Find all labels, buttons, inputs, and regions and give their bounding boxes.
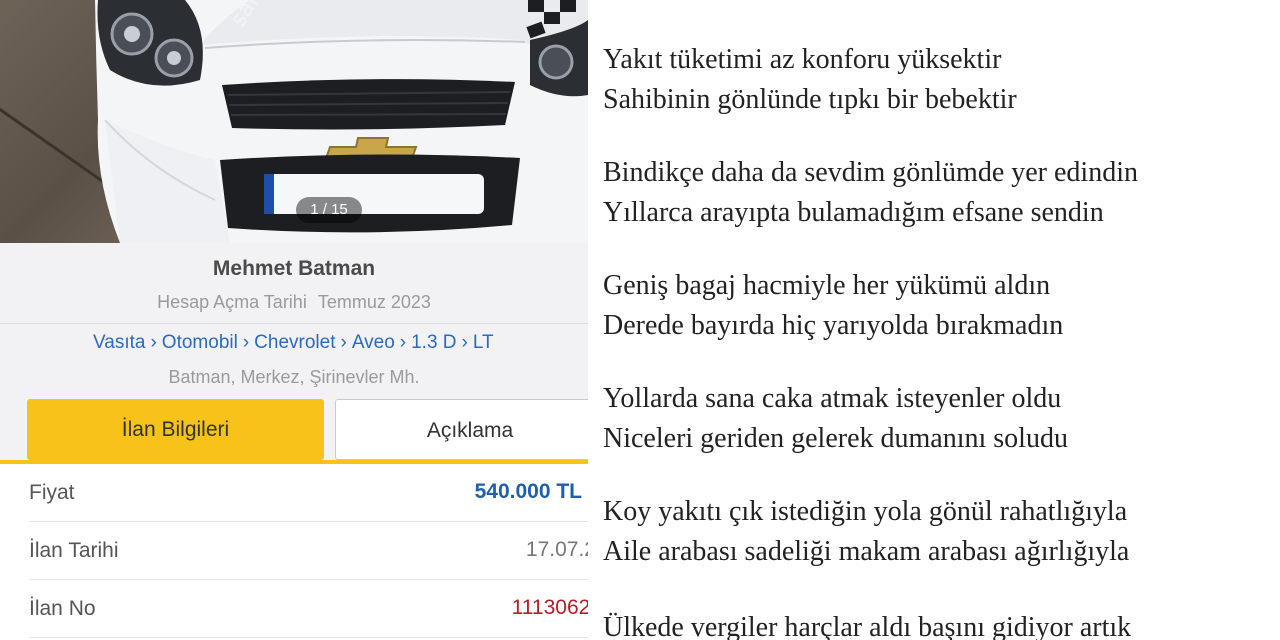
breadcrumb-item-trim[interactable]: LT [473,332,494,353]
listing-number-label: İlan No [29,597,96,620]
account-since-value: Temmuz 2023 [317,292,431,312]
listing-date-label: İlan Tarihi [29,539,119,562]
chevron-right-icon: › [399,332,407,353]
poem-line: Sahibinin gönlünde tıpkı bir bebektir [603,84,1017,115]
poem-line: Geniş bagaj hacmiyle her yükümü aldın [603,270,1051,301]
listing-meta: Vasıta › Otomobil › Chevrolet › Aveo › 1.3 D › LT … [0,324,588,396]
breadcrumb-item-vasita[interactable]: Vasıta [93,332,145,353]
account-since: Hesap Açma Tarihi Temmuz 2023 [0,292,588,313]
breadcrumb: Vasıta › Otomobil › Chevrolet › Aveo › 1.3 D › LT [93,332,494,354]
info-row-date: İlan Tarihi 17.07.2 [0,522,588,580]
chevron-right-icon: › [150,332,157,353]
breadcrumb-item-aveo[interactable]: Aveo [352,332,395,353]
chevron-right-icon: › [340,332,347,353]
poem-line: Niceleri geriden gelerek dumanını soludu [603,423,1068,454]
info-row-price: Fiyat 540.000 TL [0,464,588,522]
listing-info-table: Fiyat 540.000 TL İlan Tarihi 17.07.2 İla… [0,464,588,640]
tab-aciklama[interactable]: Açıklama [335,399,588,460]
listing-number-value[interactable]: 11130620 [512,596,588,620]
seller-info: Mehmet Batman Hesap Açma Tarihi Temmuz 2… [0,243,588,323]
poem-line: Derede bayırda hiç yarıyolda bırakmadın [603,310,1064,341]
price-label: Fiyat [29,481,75,504]
poem-line: Koy yakıtı çık istediğin yola gönül raha… [603,496,1128,527]
car-image [95,0,588,243]
chevron-right-icon: › [461,332,468,353]
tab-ilan-bilgileri[interactable]: İlan Bilgileri [27,399,324,460]
listing-location: Batman, Merkez, Şirinevler Mh. [168,367,420,387]
photo-counter: 1 / 15 [296,197,362,223]
poem-line: Bindikçe daha da sevdim gönlümde yer edi… [603,157,1138,188]
seller-name[interactable]: Mehmet Batman [0,257,588,281]
poem-panel: Yakıt tüketimi az konforu yüksektir Sahi… [588,0,1280,640]
poem-line: Aile arabası sadeliği makam arabası ağır… [603,536,1130,567]
breadcrumb-item-engine[interactable]: 1.3 D [411,332,456,353]
info-row-number: İlan No 11130620 [0,580,588,638]
listing-screenshot: sahibinden 1 / 15 Mehmet Batman Hesap Aç… [0,0,588,640]
car-photo[interactable]: sahibinden 1 / 15 [0,0,588,243]
price-value: 540.000 TL [474,480,582,503]
listing-tabs: İlan Bilgileri Açıklama [0,396,588,464]
poem-line: Ülkede vergiler harçlar aldı başını gidi… [603,612,1132,640]
listing-date-value: 17.07.2 [525,538,588,561]
account-since-label: Hesap Açma Tarihi [157,292,307,312]
poem-line: Yıllarca arayıpta bulamadığım efsane sen… [603,197,1104,228]
poem-line: Yakıt tüketimi az konforu yüksektir [603,44,1002,75]
breadcrumb-item-otomobil[interactable]: Otomobil [162,332,238,353]
poem-line: Yollarda sana caka atmak isteyenler oldu [603,383,1062,414]
breadcrumb-item-chevrolet[interactable]: Chevrolet [254,332,335,353]
row-divider [29,637,588,638]
chevron-right-icon: › [242,332,250,353]
